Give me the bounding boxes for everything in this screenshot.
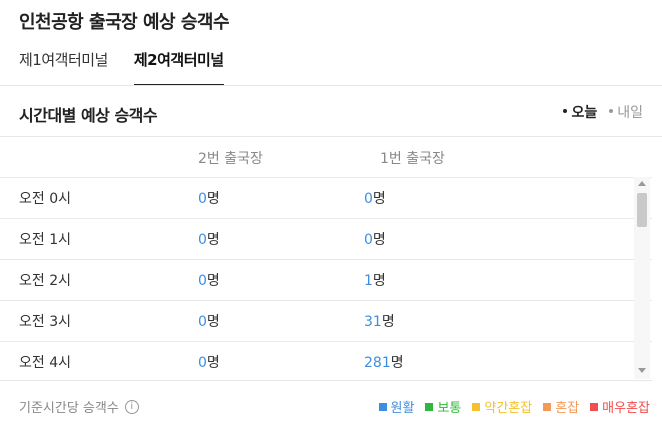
gate1-value: 1명 — [364, 270, 386, 290]
gate1-value-count: 0 — [364, 191, 373, 207]
section-divider — [0, 136, 662, 137]
gate1-value-unit: 명 — [381, 314, 395, 330]
basis-label: 기준시간당 승객수 — [19, 401, 119, 416]
legend-swatch — [378, 402, 387, 411]
legend-label: 약간혼잡 — [484, 401, 533, 416]
legend-item: 원활 — [378, 397, 415, 416]
gate2-value-unit: 명 — [206, 314, 220, 330]
scroll-down-icon[interactable] — [638, 368, 646, 373]
bullet-icon — [563, 109, 568, 113]
gate1-value: 0명 — [364, 188, 386, 208]
gate2-value-count: 0 — [198, 273, 207, 289]
gate1-value-count: 0 — [364, 232, 373, 248]
gate1-value-count: 31 — [364, 314, 382, 330]
gate2-value-unit: 명 — [206, 273, 220, 289]
legend-swatch — [543, 402, 552, 411]
info-icon[interactable]: i — [124, 399, 139, 414]
day-toggle: 오늘 내일 — [563, 102, 643, 122]
gate2-value: 0명 — [198, 229, 220, 249]
legend-item: 약간혼잡 — [472, 397, 532, 416]
legend-item: 보통 — [425, 397, 461, 416]
table-scrollbar[interactable] — [634, 177, 650, 379]
time-label: 오전 4시 — [19, 355, 71, 371]
legend-swatch — [472, 402, 481, 411]
time-label: 오전 0시 — [19, 191, 71, 207]
column-header-gate2: 2번 출국장 — [198, 151, 263, 167]
gate1-value: 31명 — [364, 311, 395, 331]
terminal-tabs: 제1여객터미널 제2여객터미널 — [19, 48, 224, 86]
table-row: 오전 3시 0명 31명 — [0, 300, 652, 341]
footer-basis: 기준시간당 승객수 i — [19, 397, 139, 416]
tabs-divider — [0, 85, 662, 86]
time-label: 오전 3시 — [19, 314, 71, 330]
hourly-table: 오전 0시 0명 0명 오전 1시 0명 0명 오전 2시 0명 1명 오전 3시 0명 31명 오전 … — [0, 177, 652, 379]
gate2-value: 0명 — [198, 270, 220, 290]
section-title: 시간대별 예상 승객수 — [19, 106, 158, 125]
legend-item: 혼잡 — [543, 397, 579, 416]
legend-swatch — [590, 402, 599, 411]
gate2-value: 0명 — [198, 311, 220, 331]
gate2-value-count: 0 — [198, 191, 207, 207]
legend-item: 매우혼잡 — [590, 397, 650, 416]
scroll-thumb[interactable] — [637, 193, 647, 227]
day-option-today-label: 오늘 — [571, 105, 598, 121]
gate2-value: 0명 — [198, 188, 220, 208]
gate2-value-count: 0 — [198, 232, 207, 248]
gate1-value-unit: 명 — [372, 232, 386, 248]
gate2-value-count: 0 — [198, 314, 207, 330]
table-row: 오전 1시 0명 0명 — [0, 218, 652, 259]
table-row: 오전 0시 0명 0명 — [0, 177, 652, 218]
gate1-value-count: 281 — [364, 355, 391, 371]
gate2-value-unit: 명 — [206, 355, 220, 371]
legend-label: 매우혼잡 — [602, 401, 650, 416]
day-option-tomorrow[interactable]: 내일 — [609, 102, 643, 122]
gate1-value-unit: 명 — [372, 191, 386, 207]
page-title: 인천공항 출국장 예상 승객수 — [19, 12, 230, 33]
gate1-value: 281명 — [364, 352, 404, 372]
table-row: 오전 2시 0명 1명 — [0, 259, 652, 300]
gate2-value-unit: 명 — [206, 232, 220, 248]
tab-terminal-2[interactable]: 제2여객터미널 — [133, 48, 224, 86]
gate2-value-count: 0 — [198, 355, 207, 371]
tab-terminal-1[interactable]: 제1여객터미널 — [19, 48, 108, 86]
column-header-gate1: 1번 출국장 — [380, 151, 445, 167]
legend-label: 원활 — [390, 401, 415, 416]
table-bottom-divider — [0, 380, 652, 381]
congestion-legend: 원활 보통 약간혼잡 혼잡 매우혼잡 — [378, 397, 650, 416]
bullet-icon — [609, 109, 614, 113]
gate1-value-unit: 명 — [390, 355, 404, 371]
scroll-up-icon[interactable] — [638, 181, 646, 186]
table-row: 오전 4시 0명 281명 — [0, 341, 652, 379]
gate2-value: 0명 — [198, 352, 220, 372]
time-label: 오전 1시 — [19, 232, 71, 248]
gate1-value: 0명 — [364, 229, 386, 249]
gate2-value-unit: 명 — [206, 191, 220, 207]
time-label: 오전 2시 — [19, 273, 71, 289]
legend-label: 혼잡 — [555, 401, 580, 416]
gate1-value-count: 1 — [364, 273, 373, 289]
legend-swatch — [425, 402, 434, 411]
legend-label: 보통 — [437, 401, 462, 416]
day-option-tomorrow-label: 내일 — [617, 105, 643, 121]
gate1-value-unit: 명 — [372, 273, 386, 289]
day-option-today[interactable]: 오늘 — [563, 102, 597, 122]
